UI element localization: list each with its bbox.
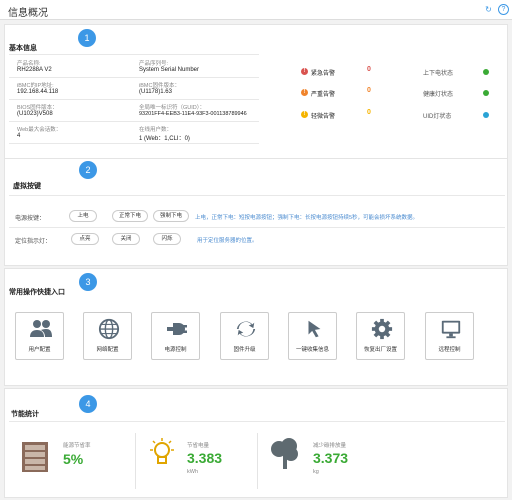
field-value: System Serial Number (139, 67, 200, 73)
power-on-button[interactable]: 上电 (69, 210, 97, 222)
field-value: (U1178)1.63 (139, 89, 172, 95)
field-value: RH2288A V2 (17, 67, 52, 73)
field-value: 192.168.44.118 (17, 89, 59, 95)
uid-off-button[interactable]: 关闭 (112, 233, 140, 245)
section-badge-2: 2 (79, 161, 97, 179)
energy-value: 5% (63, 451, 84, 467)
field-label: iBMC固件版本： (139, 83, 180, 89)
field-label: iBMC的IP地址: (17, 83, 54, 89)
field-label: 在线用户数： (139, 127, 173, 133)
cursor-icon (308, 320, 321, 338)
status-label: UID灯状态 (423, 114, 452, 120)
quick-factory-reset[interactable]: 恢复出厂设置 (356, 312, 405, 360)
status-label: 健康灯状态 (423, 92, 454, 98)
quick-label: 恢复出厂设置 (363, 347, 397, 353)
energy-stats-section: 4 节能统计 能源节省率 5% 节省电量 3.383 kWh 减少碳排放量 3.… (4, 388, 508, 498)
power-hint: 上电，正常下电：短按电源按钮；强制下电：长按电源按钮持续5秒，可能会损坏系统数据… (195, 215, 419, 221)
alarm-count[interactable]: 0 (367, 109, 371, 116)
field-label: 产品名称: (17, 61, 41, 67)
force-off-button[interactable]: 强制下电 (153, 210, 189, 222)
field-label: 全局唯一标识符（GUID）： (139, 105, 206, 111)
quick-power-control[interactable]: 电源控制 (151, 312, 200, 360)
quick-entry-title: 常用操作快捷入口 (9, 289, 65, 296)
uid-on-button[interactable]: 点亮 (71, 233, 99, 245)
energy-stats-title: 节能统计 (11, 411, 39, 418)
tree-icon (271, 438, 298, 469)
uid-status-dot (483, 112, 489, 118)
power-off-button[interactable]: 正常下电 (112, 210, 148, 222)
globe-icon (98, 318, 120, 340)
quick-label: 电源控制 (164, 347, 187, 353)
sync-icon (236, 321, 256, 337)
basic-info-title: 基本信息 (9, 45, 37, 52)
field-value: 4 (17, 133, 21, 139)
virtual-buttons-title: 虚拟按键 (13, 183, 41, 190)
power-button-label: 电源按键： (15, 216, 46, 222)
uid-label: 定位指示灯： (15, 239, 52, 245)
refresh-icon[interactable]: ↻ (483, 4, 494, 15)
section-badge-1: 1 (78, 29, 96, 47)
energy-label: 节省电量 (187, 443, 210, 449)
energy-label: 减少碳排放量 (313, 443, 347, 449)
energy-value: 3.383 (187, 450, 223, 466)
quick-firmware-upgrade[interactable]: 固件升级 (220, 312, 269, 360)
quick-network-config[interactable]: 网络配置 (83, 312, 132, 360)
field-label: Web最大会话数： (17, 127, 62, 133)
quick-label: 固件升级 (233, 347, 256, 353)
quick-label: 网络配置 (96, 347, 119, 353)
status-label: 上下电状态 (423, 71, 454, 77)
top-bar: 信息概况 ↻ ? (0, 0, 512, 20)
quick-collect-info[interactable]: 一键收集信息 (288, 312, 337, 360)
alarm-label: 轻微告警 (311, 114, 336, 120)
field-label: 产品序列号: (139, 61, 169, 67)
major-alarm-icon: ! (301, 89, 308, 96)
gear-icon (371, 318, 393, 340)
alarm-count[interactable]: 0 (367, 87, 371, 94)
energy-unit: kWh (187, 469, 198, 475)
page-title: 信息概况 (8, 8, 48, 19)
help-icon[interactable]: ? (498, 4, 509, 15)
field-value: 1 (Web：1,CLI：0) (139, 136, 190, 142)
quick-label: 一键收集信息 (295, 347, 329, 353)
quick-user-config[interactable]: 用户配置 (15, 312, 64, 360)
energy-value: 3.373 (313, 450, 349, 466)
field-label: BIOS固件版本： (17, 105, 58, 111)
plug-icon (167, 323, 187, 335)
alarm-label: 严重告警 (311, 92, 336, 98)
alarm-label: 紧急告警 (311, 71, 336, 77)
basic-info-section: 1 基本信息 产品名称: RH2288A V2 产品序列号: System Se… (4, 24, 508, 162)
quick-remote-control[interactable]: 远程控制 (425, 312, 474, 360)
critical-alarm-icon: ! (301, 68, 308, 75)
server-icon (22, 442, 48, 472)
uid-blink-button[interactable]: 闪烁 (153, 233, 181, 245)
health-status-dot (483, 90, 489, 96)
energy-unit: kg (313, 469, 319, 475)
quick-label: 远程控制 (438, 347, 461, 353)
virtual-buttons-section: 2 虚拟按键 电源按键： 上电 正常下电 强制下电 上电，正常下电：短按电源按钮… (4, 158, 508, 266)
field-value: 93201FF4-EEB3-11E4-93F3-001138789946 (139, 111, 247, 117)
alarm-count[interactable]: 0 (367, 66, 371, 73)
energy-label: 能源节省率 (63, 443, 91, 449)
minor-alarm-icon: ! (301, 111, 308, 118)
uid-hint: 用于定位服务器的位置。 (197, 238, 258, 244)
section-badge-3: 3 (79, 273, 97, 291)
monitor-icon (441, 320, 461, 339)
power-status-dot (483, 69, 489, 75)
users-icon (30, 320, 52, 337)
section-badge-4: 4 (79, 395, 97, 413)
bulb-icon (150, 438, 174, 464)
field-value: (U1023)V508 (17, 111, 53, 117)
quick-label: 用户配置 (28, 347, 51, 353)
